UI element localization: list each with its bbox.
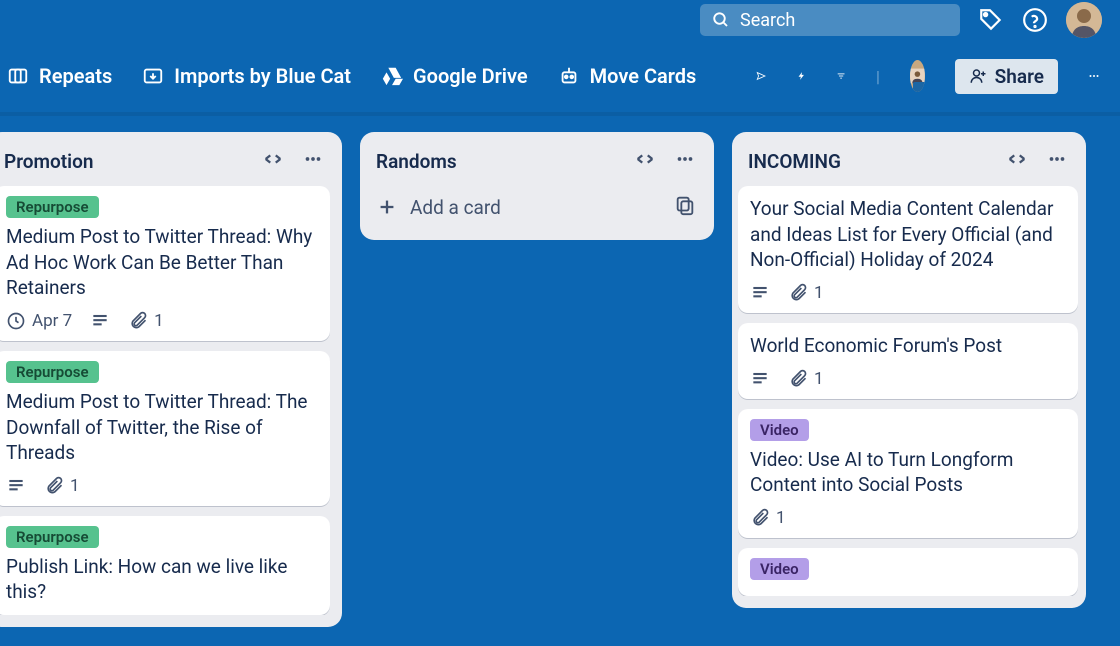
card-badges: 1 [750,283,1066,303]
powerup-imports[interactable]: Imports by Blue Cat [142,64,351,88]
search-placeholder: Search [740,10,795,31]
attachment-badge: 1 [750,508,786,528]
repeat-icon [7,65,29,87]
powerup-move-cards[interactable]: Move Cards [558,64,697,88]
card-badges: 1 [6,476,318,496]
list-menu-icon[interactable] [302,148,324,174]
card-title: Publish Link: How can we live like this? [6,554,318,605]
send-icon[interactable] [756,65,766,87]
list-menu-icon[interactable] [1046,148,1068,174]
list-title[interactable]: Randoms [376,150,457,173]
description-icon [750,283,770,303]
card-badges: Apr 7 1 [6,311,318,331]
card[interactable]: Repurpose Medium Post to Twitter Thread: … [0,186,330,341]
description-icon [6,476,26,496]
search-icon [712,11,730,29]
card-label[interactable]: Repurpose [6,361,99,383]
card[interactable]: Repurpose Publish Link: How can we live l… [0,516,330,615]
robot-icon [558,65,580,87]
card[interactable]: World Economic Forum's Post 1 [738,323,1078,399]
attachment-badge: 1 [788,369,824,389]
list: Randoms Add a card [360,132,714,240]
help-icon[interactable] [1022,7,1048,33]
collapse-icon[interactable] [1006,148,1028,174]
due-badge: Apr 7 [6,311,72,331]
card[interactable]: Repurpose Medium Post to Twitter Thread: … [0,351,330,506]
attachment-badge: 1 [128,311,164,331]
card-badges: 1 [750,369,1066,389]
list: Promotion Repurpose Medium Post to Twitte… [0,132,342,627]
card-label[interactable]: Video [750,419,809,441]
powerup-google-drive[interactable]: Google Drive [381,64,528,88]
board: Promotion Repurpose Medium Post to Twitte… [0,116,1120,646]
user-plus-icon [969,67,987,85]
template-icon[interactable] [674,194,696,220]
board-bar: fy Repeats Imports by Blue Cat Google Dr… [0,40,1120,116]
card-badges: 1 [750,508,1066,528]
card-title: Video: Use AI to Turn Longform Content i… [750,447,1066,498]
card-label[interactable]: Repurpose [6,526,99,548]
card-label[interactable]: Repurpose [6,196,99,218]
filter-icon[interactable] [836,65,846,87]
list-menu-icon[interactable] [674,148,696,174]
member-avatar[interactable] [910,60,925,92]
collapse-icon[interactable] [262,148,284,174]
card-title: Medium Post to Twitter Thread: Why Ad Ho… [6,224,318,301]
share-button[interactable]: Share [955,59,1058,94]
tag-icon[interactable] [978,7,1004,33]
bolt-icon[interactable] [797,66,806,86]
card-title: Your Social Media Content Calendar and I… [750,196,1066,273]
collapse-icon[interactable] [634,148,656,174]
card[interactable]: Your Social Media Content Calendar and I… [738,186,1078,313]
list-title[interactable]: Promotion [4,150,93,173]
list: INCOMING Your Social Media Content Calen… [732,132,1086,608]
avatar[interactable] [1066,2,1102,38]
list-title[interactable]: INCOMING [748,150,841,173]
top-bar: Search [0,0,1120,40]
card[interactable]: Video Video: Use AI to Turn Longform Cont… [738,409,1078,538]
card-title: Medium Post to Twitter Thread: The Downf… [6,389,318,466]
card-title: World Economic Forum's Post [750,333,1066,359]
import-icon [142,65,164,87]
powerup-repeats[interactable]: Repeats [7,64,112,88]
gdrive-icon [381,65,403,87]
add-card-button[interactable]: Add a card [376,196,501,219]
card[interactable]: Video [738,548,1078,596]
description-icon [90,311,110,331]
attachment-badge: 1 [788,283,824,303]
search-input[interactable]: Search [700,4,960,36]
more-icon[interactable] [1088,63,1100,89]
attachment-badge: 1 [44,476,80,496]
description-icon [750,369,770,389]
card-label[interactable]: Video [750,558,809,580]
